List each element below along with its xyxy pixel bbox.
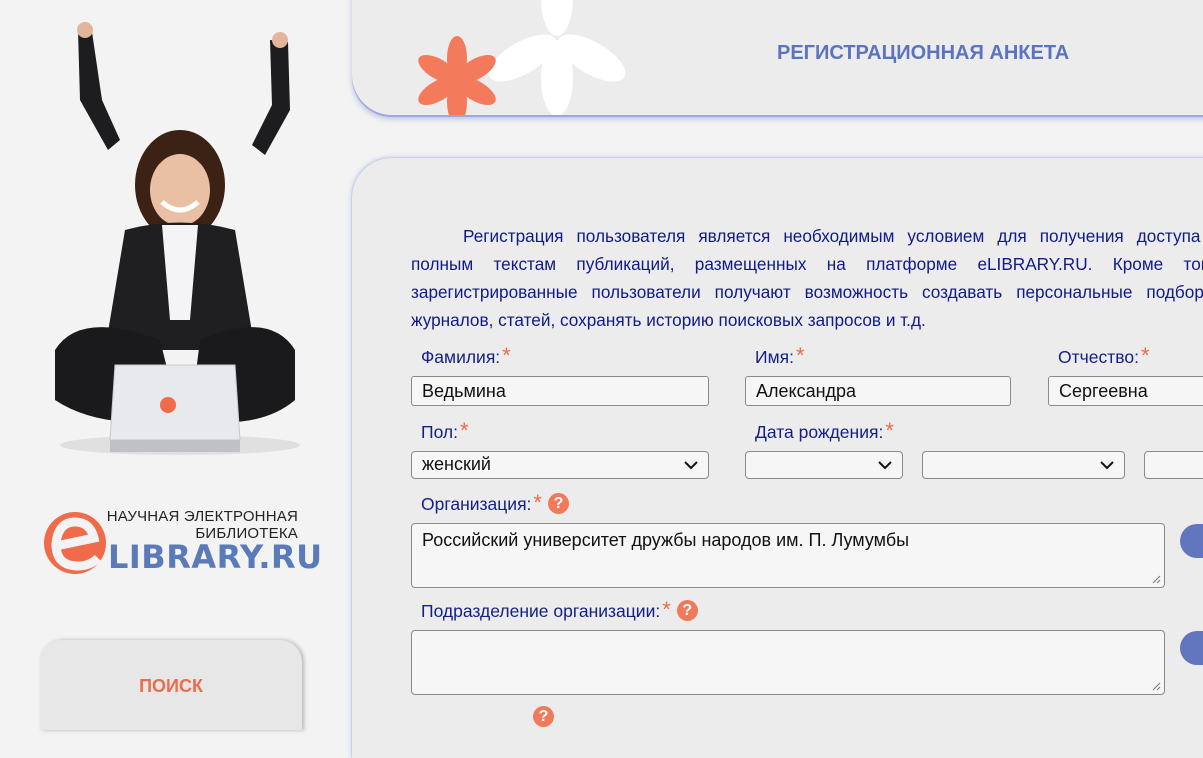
patronymic-input[interactable]: Сергеевна — [1048, 376, 1203, 406]
chevron-down-icon — [684, 461, 698, 470]
patronymic-label-text: Отчество: — [1058, 347, 1139, 367]
gender-select-value: женский — [422, 454, 491, 474]
required-mark: * — [662, 597, 671, 622]
flower-decoration-icon — [418, 0, 626, 115]
header-panel: РЕГИСТРАЦИОННАЯ АНКЕТА — [352, 0, 1203, 115]
birthdate-label-text: Дата рождения: — [755, 422, 884, 442]
gender-label: Пол:* — [421, 418, 469, 448]
help-icon[interactable]: ? — [533, 706, 554, 727]
search-tab[interactable]: ПОИСК — [40, 640, 302, 730]
gender-label-text: Пол: — [421, 422, 458, 442]
lastname-label-text: Фамилия: — [421, 347, 501, 367]
resize-grip-icon[interactable] — [1151, 681, 1161, 691]
search-tab-label: ПОИСК — [139, 676, 203, 696]
sidebar: НАУЧНАЯ ЭЛЕКТРОННАЯ БИБЛИОТЕКА LIBRARY.R… — [0, 0, 350, 730]
organization-value: Российский университет дружбы народов им… — [422, 530, 910, 550]
logo-brand-text: LIBRARY.RU — [108, 538, 323, 576]
required-mark: * — [795, 343, 805, 368]
lastname-label: Фамилия:* — [421, 343, 511, 373]
required-mark: * — [1140, 343, 1150, 368]
resize-grip-icon[interactable] — [1151, 574, 1161, 584]
firstname-input[interactable]: Александра — [745, 376, 1011, 406]
organization-label-text: Организация: — [421, 494, 532, 514]
birth-year-select[interactable] — [1144, 451, 1203, 479]
organization-select-button[interactable] — [1180, 524, 1203, 558]
chevron-down-icon — [1100, 461, 1114, 470]
department-textarea[interactable] — [411, 630, 1165, 695]
logo-line-1: НАУЧНАЯ ЭЛЕКТРОННАЯ — [106, 508, 298, 525]
required-mark: * — [885, 418, 894, 443]
page-title: РЕГИСТРАЦИОННАЯ АНКЕТА — [777, 42, 1070, 64]
chevron-down-icon — [878, 461, 892, 470]
firstname-label: Имя:* — [755, 343, 805, 373]
gender-select[interactable]: женский — [411, 451, 709, 479]
department-select-button[interactable] — [1180, 631, 1203, 665]
logo-e-mark — [44, 512, 106, 574]
elibrary-logo[interactable]: НАУЧНАЯ ЭЛЕКТРОННАЯ БИБЛИОТЕКА LIBRARY.R… — [42, 508, 322, 578]
department-label: Подразделение организации:*? — [421, 597, 698, 627]
promo-photo — [55, 22, 300, 455]
intro-text: Регистрация пользователя является необхо… — [411, 226, 1203, 330]
organization-label: Организация:*? — [421, 490, 569, 520]
firstname-label-text: Имя: — [755, 347, 794, 367]
birthdate-label: Дата рождения:* — [755, 418, 894, 448]
birth-month-select[interactable] — [922, 451, 1125, 479]
organization-textarea[interactable]: Российский университет дружбы народов им… — [411, 523, 1165, 588]
lastname-input[interactable]: Ведьмина — [411, 376, 709, 406]
department-label-text: Подразделение организации: — [421, 601, 661, 621]
required-mark: * — [502, 343, 511, 368]
birth-day-select[interactable] — [745, 451, 903, 479]
registration-form-panel: Регистрация пользователя является необхо… — [352, 158, 1203, 758]
help-icon[interactable]: ? — [547, 492, 569, 514]
help-icon[interactable]: ? — [676, 599, 698, 621]
patronymic-label: Отчество:* — [1058, 343, 1150, 373]
required-mark: * — [533, 490, 542, 515]
required-mark: * — [460, 418, 469, 443]
